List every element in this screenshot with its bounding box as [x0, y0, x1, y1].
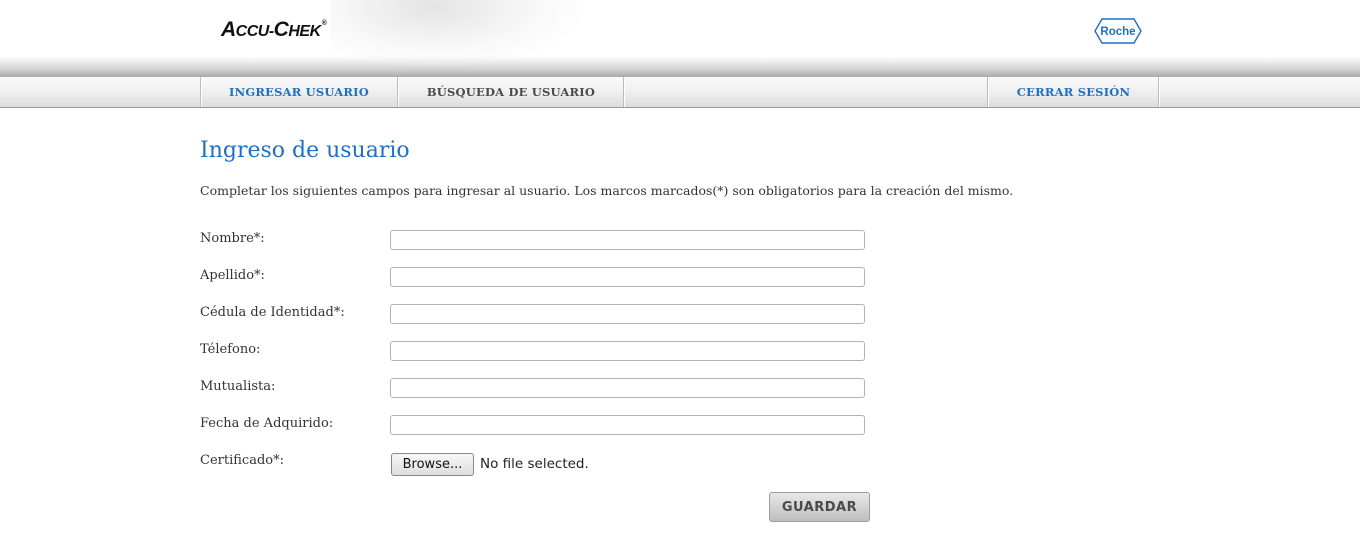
certificado-browse-button[interactable]: Browse... — [391, 453, 474, 476]
nav-cerrar-sesion[interactable]: CERRAR SESIÓN — [989, 77, 1158, 107]
nav-busqueda-de-usuario[interactable]: BÚSQUEDA DE USUARIO — [399, 77, 623, 107]
telefono-label: Télefono: — [200, 342, 261, 357]
fecha-adquirido-label: Fecha de Adquirido: — [200, 416, 334, 431]
mutualista-label: Mutualista: — [200, 379, 276, 394]
guardar-button[interactable]: GUARDAR — [769, 492, 870, 522]
nav-separator — [623, 77, 625, 107]
nombre-input[interactable] — [390, 230, 865, 250]
page-description: Completar los siguientes campos para ing… — [200, 183, 1014, 198]
main-navigation: INGRESAR USUARIO BÚSQUEDA DE USUARIO CER… — [0, 77, 1360, 108]
nav-separator — [1158, 77, 1160, 107]
apellido-label: Apellido*: — [200, 268, 265, 283]
no-file-selected-text: No file selected. — [480, 456, 589, 472]
roche-logo: Roche — [1094, 18, 1142, 44]
certificado-label: Certificado*: — [200, 453, 284, 468]
nombre-label: Nombre*: — [200, 231, 265, 246]
cedula-label: Cédula de Identidad*: — [200, 305, 345, 320]
mutualista-input[interactable] — [390, 378, 865, 398]
fecha-adquirido-input[interactable] — [390, 415, 865, 435]
nav-ingresar-usuario[interactable]: INGRESAR USUARIO — [201, 77, 397, 107]
header-swoosh-decoration — [330, 0, 590, 70]
page-title: Ingreso de usuario — [200, 138, 410, 163]
apellido-input[interactable] — [390, 267, 865, 287]
telefono-input[interactable] — [390, 341, 865, 361]
accu-chek-logo: ACCU-CHEK® — [221, 18, 327, 41]
header-bar: ACCU-CHEK® Roche — [0, 0, 1360, 77]
svg-text:Roche: Roche — [1100, 26, 1135, 38]
cedula-input[interactable] — [390, 304, 865, 324]
